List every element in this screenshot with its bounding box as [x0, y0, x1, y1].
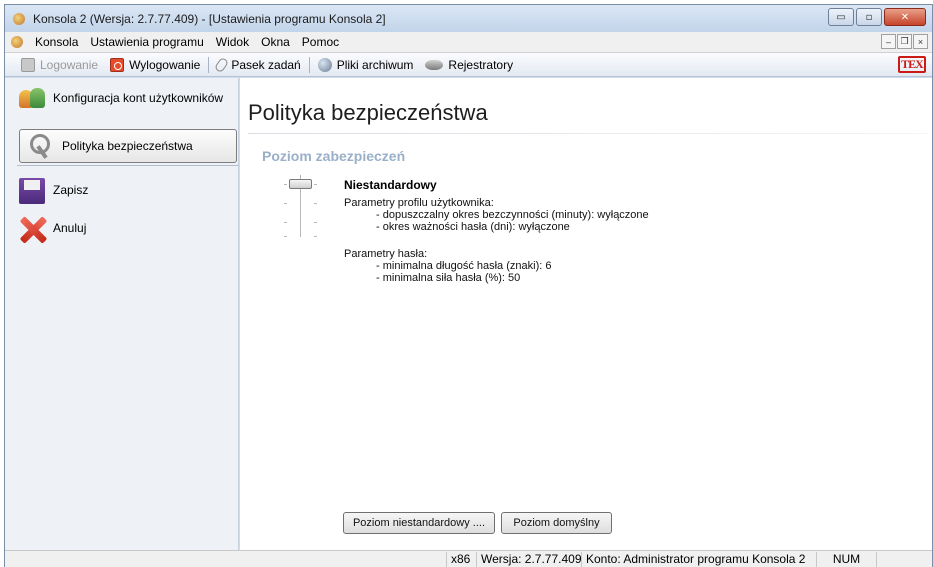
section-title: Poziom zabezpieczeń: [262, 148, 406, 164]
password-param-line: - minimalna siła hasła (%): 50: [376, 272, 521, 284]
slider-tick: [314, 184, 317, 185]
logout-button[interactable]: Wylogowanie: [104, 54, 206, 76]
brand-logo: TEX: [898, 56, 926, 73]
menu-ustawienia[interactable]: Ustawienia programu: [84, 35, 209, 49]
sidebar-item-accounts[interactable]: Konfiguracja kont użytkowników: [17, 84, 223, 112]
main-panel: Polityka bezpieczeństwa Poziom zabezpiec…: [240, 78, 932, 550]
profile-param-line: - okres ważności hasła (dni): wyłączone: [376, 221, 570, 233]
login-button[interactable]: Logowanie: [15, 54, 104, 76]
status-version: Wersja: 2.7.77.409: [476, 552, 586, 567]
slider-tick: [284, 184, 287, 185]
sidebar-item-label: Anuluj: [53, 221, 87, 235]
status-num: NUM: [816, 552, 876, 567]
slider-tick: [314, 203, 317, 204]
power-icon: [110, 57, 125, 72]
menu-okna[interactable]: Okna: [255, 35, 296, 49]
sidebar-item-label: Zapisz: [53, 183, 89, 197]
title-divider: [248, 133, 928, 134]
taskbar-label: Pasek zadań: [231, 57, 301, 72]
slider-tick: [284, 236, 287, 237]
paperclip-icon: [214, 56, 230, 73]
recorders-button[interactable]: Rejestratory: [419, 54, 519, 76]
archives-label: Pliki archiwum: [336, 57, 414, 72]
custom-level-button[interactable]: Poziom niestandardowy ....: [343, 512, 495, 534]
keys-icon: [26, 132, 56, 160]
logout-label: Wylogowanie: [129, 57, 201, 72]
maximize-button[interactable]: ▫: [856, 8, 882, 26]
app-icon: [11, 11, 27, 27]
window-controls: ▭ ▫ ✕: [828, 8, 926, 26]
sidebar-divider: [17, 165, 239, 166]
app-menu-icon[interactable]: [9, 34, 25, 50]
sidebar-item-save[interactable]: Zapisz: [17, 176, 88, 204]
toolbar-separator: [308, 56, 310, 73]
profile-params-header: Parametry profilu użytkownika:: [344, 197, 494, 209]
app-window: Konsola 2 (Wersja: 2.7.77.409) - [Ustawi…: [4, 4, 933, 567]
menu-widok[interactable]: Widok: [210, 35, 255, 49]
slider-tick: [284, 203, 287, 204]
password-params-header: Parametry hasła:: [344, 248, 428, 260]
recorder-icon: [425, 59, 444, 70]
window-title: Konsola 2 (Wersja: 2.7.77.409) - [Ustawi…: [33, 11, 386, 26]
mdi-close-button[interactable]: ×: [913, 34, 928, 49]
login-label: Logowanie: [40, 57, 99, 72]
status-bar: x86 Wersja: 2.7.77.409 Konto: Administra…: [5, 550, 932, 567]
mdi-controls: – ❐ ×: [881, 34, 928, 49]
status-account: Konto: Administrator programu Konsola 2: [581, 552, 816, 567]
login-icon: [21, 57, 35, 72]
sidebar-item-label: Konfiguracja kont użytkowników: [53, 91, 224, 105]
menu-pomoc[interactable]: Pomoc: [296, 35, 345, 49]
default-level-button[interactable]: Poziom domyślny: [501, 512, 612, 534]
close-button[interactable]: ✕: [884, 8, 926, 26]
mdi-minimize-button[interactable]: –: [881, 34, 896, 49]
users-icon: [17, 84, 47, 112]
slider-thumb[interactable]: [289, 179, 312, 189]
recorders-label: Rejestratory: [448, 57, 514, 72]
toolbar-separator: [208, 56, 210, 73]
mdi-restore-button[interactable]: ❐: [897, 34, 912, 49]
toolbar: Logowanie Wylogowanie Pasek zadań Pliki …: [5, 53, 932, 77]
sidebar-item-cancel[interactable]: Anuluj: [17, 214, 86, 242]
minimize-button[interactable]: ▭: [828, 8, 854, 26]
title-bar[interactable]: Konsola 2 (Wersja: 2.7.77.409) - [Ustawi…: [5, 5, 932, 32]
security-level-name: Niestandardowy: [344, 178, 437, 192]
status-empty: [876, 552, 932, 567]
status-arch: x86: [446, 552, 474, 567]
profile-param-line: - dopuszczalny okres bezczynności (minut…: [376, 209, 649, 221]
globe-icon: [317, 57, 332, 72]
sidebar-item-label: Polityka bezpieczeństwa: [62, 139, 193, 153]
archives-button[interactable]: Pliki archiwum: [312, 54, 420, 76]
slider-tick: [284, 222, 287, 223]
cancel-icon: [17, 214, 47, 242]
taskbar-button[interactable]: Pasek zadań: [211, 54, 306, 76]
password-param-line: - minimalna długość hasła (znaki): 6: [376, 260, 552, 272]
menu-bar: Konsola Ustawienia programu Widok Okna P…: [5, 32, 932, 53]
sidebar-item-security-policy[interactable]: Polityka bezpieczeństwa: [19, 129, 237, 163]
slider-tick: [314, 222, 317, 223]
menu-konsola[interactable]: Konsola: [29, 35, 84, 49]
save-icon: [17, 176, 47, 204]
slider-tick: [314, 236, 317, 237]
page-title: Polityka bezpieczeństwa: [248, 100, 488, 125]
sidebar: Konfiguracja kont użytkowników Polityka …: [5, 78, 239, 550]
